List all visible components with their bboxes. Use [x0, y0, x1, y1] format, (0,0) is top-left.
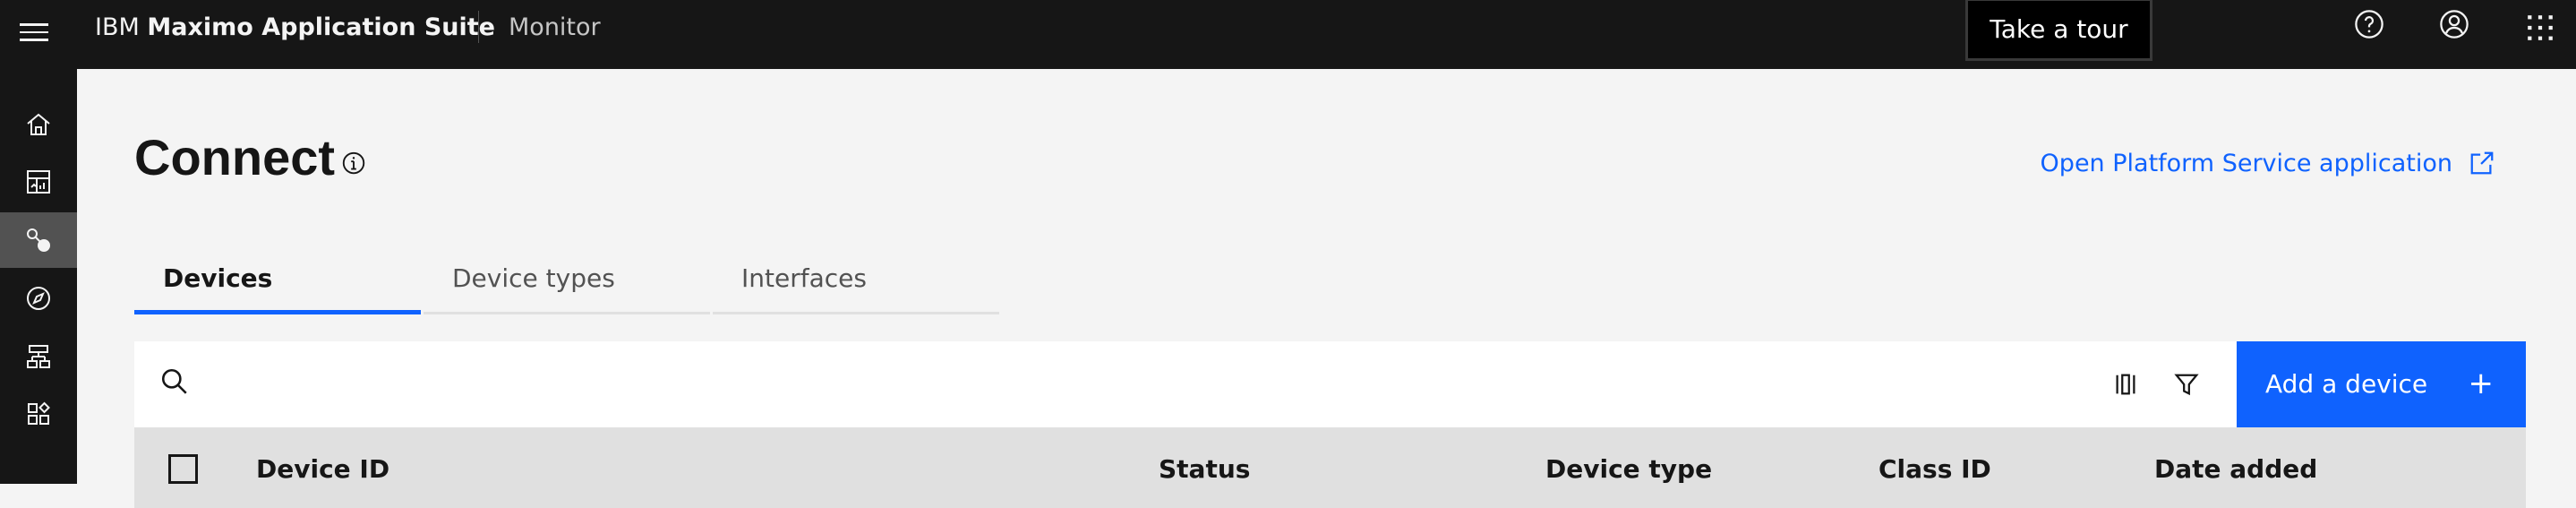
column-header-status[interactable]: Status — [1159, 454, 1250, 485]
app-switcher-icon[interactable] — [2521, 9, 2559, 47]
hierarchy-icon — [27, 345, 50, 368]
sidebar-item-apps[interactable] — [0, 386, 77, 442]
main-content: Connect Open Platform Service applicatio… — [77, 69, 2576, 508]
open-platform-service-link[interactable]: Open Platform Service application — [2041, 148, 2495, 178]
apps-icon — [28, 401, 50, 425]
tab-interfaces[interactable]: Interfaces — [713, 250, 999, 314]
column-header-device-type[interactable]: Device type — [1545, 454, 1712, 485]
sidebar-item-hierarchy[interactable] — [0, 329, 77, 384]
column-settings-icon[interactable] — [2104, 363, 2147, 406]
app-name: Monitor — [509, 13, 601, 41]
page-title: Connect — [134, 129, 335, 185]
launch-icon — [2470, 151, 2494, 175]
top-navigation-bar: IBM Maximo Application Suite Monitor Tak… — [0, 0, 2576, 69]
column-header-class-id[interactable]: Class ID — [1879, 454, 1991, 485]
connect-icon — [27, 228, 50, 252]
help-icon[interactable] — [2350, 5, 2388, 43]
user-profile-icon[interactable] — [2435, 5, 2473, 43]
sidebar-item-explore[interactable] — [0, 271, 77, 326]
sidebar-item-dashboard[interactable] — [0, 154, 77, 210]
compass-icon — [27, 287, 50, 310]
tab-list: Devices Device types Interfaces — [134, 250, 1002, 314]
search-input[interactable] — [208, 357, 2088, 411]
tab-device-types[interactable]: Device types — [424, 250, 710, 314]
select-all-checkbox[interactable] — [168, 454, 198, 484]
information-icon[interactable] — [340, 150, 367, 177]
menu-icon-line — [20, 23, 48, 26]
menu-icon-line — [20, 30, 48, 34]
header-divider — [478, 11, 479, 43]
product-name[interactable]: IBM Maximo Application Suite — [95, 13, 495, 43]
sidebar-item-connect[interactable] — [0, 212, 77, 268]
home-icon — [27, 113, 50, 135]
add-icon: + — [2468, 366, 2495, 401]
brand-name: Maximo Application Suite — [147, 13, 495, 41]
column-header-date-added[interactable]: Date added — [2154, 454, 2317, 485]
menu-icon-line — [20, 39, 48, 41]
side-navigation — [0, 69, 77, 484]
menu-icon[interactable] — [16, 14, 52, 50]
add-device-label: Add a device — [2265, 369, 2428, 399]
table-header-row: Device ID Status Device type Class ID Da… — [134, 427, 2526, 508]
take-a-tour-button[interactable]: Take a tour — [1965, 0, 2152, 61]
add-device-button[interactable]: Add a device + — [2237, 341, 2526, 427]
search-icon[interactable] — [159, 366, 195, 402]
platform-link-label: Open Platform Service application — [2040, 149, 2452, 177]
tab-devices[interactable]: Devices — [134, 250, 421, 314]
table-toolbar: Add a device + — [134, 341, 2526, 427]
filter-icon[interactable] — [2165, 363, 2208, 406]
column-header-device-id[interactable]: Device ID — [256, 454, 389, 485]
sidebar-item-home[interactable] — [0, 97, 77, 152]
brand-prefix: IBM — [95, 13, 140, 41]
dashboard-icon — [27, 170, 50, 194]
